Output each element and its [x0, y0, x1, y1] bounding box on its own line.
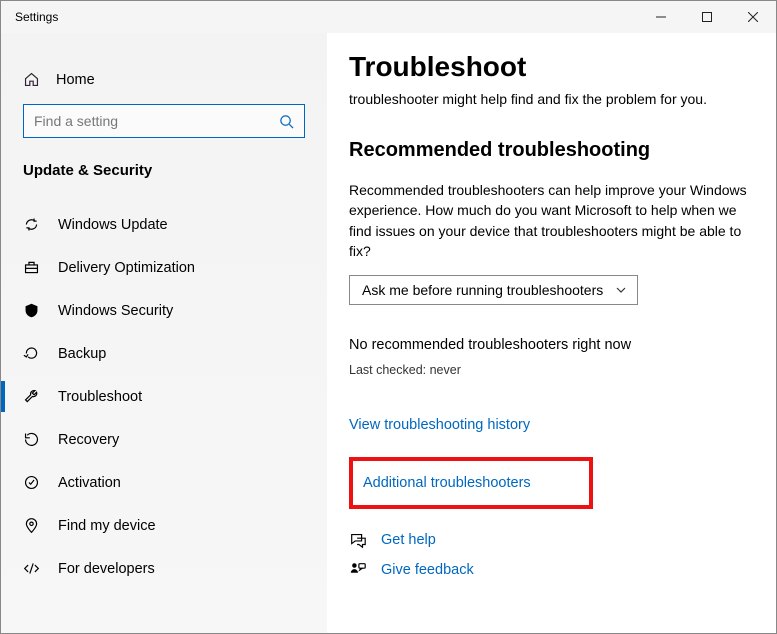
- status-text: No recommended troubleshooters right now: [349, 337, 754, 353]
- sidebar-item-activation[interactable]: Activation: [1, 461, 327, 504]
- developer-icon: [23, 560, 40, 577]
- dropdown-value: Ask me before running troubleshooters: [362, 282, 603, 298]
- minimize-button[interactable]: [638, 1, 684, 33]
- give-feedback-link[interactable]: Give feedback: [349, 561, 754, 579]
- sidebar-item-windows-security[interactable]: Windows Security: [1, 289, 327, 332]
- sidebar-item-label: For developers: [58, 561, 155, 577]
- highlight-annotation: Additional troubleshooters: [349, 457, 593, 509]
- history-link[interactable]: View troubleshooting history: [349, 417, 754, 433]
- sidebar: Home Update & Security Windows Update De…: [1, 33, 327, 633]
- category-header: Update & Security: [1, 162, 327, 193]
- sidebar-item-troubleshoot[interactable]: Troubleshoot: [1, 375, 327, 418]
- recovery-icon: [23, 431, 40, 448]
- sidebar-item-for-developers[interactable]: For developers: [1, 547, 327, 590]
- last-checked-text: Last checked: never: [349, 363, 754, 377]
- backup-icon: [23, 345, 40, 362]
- sidebar-item-label: Find my device: [58, 518, 156, 534]
- sidebar-item-label: Backup: [58, 346, 106, 362]
- close-button[interactable]: [730, 1, 776, 33]
- window-title: Settings: [15, 10, 58, 24]
- home-label: Home: [56, 72, 95, 88]
- page-title: Troubleshoot: [349, 51, 754, 83]
- sidebar-item-windows-update[interactable]: Windows Update: [1, 203, 327, 246]
- get-help-label: Get help: [381, 532, 436, 548]
- title-bar: Settings: [1, 1, 776, 33]
- section-heading: Recommended troubleshooting: [349, 139, 754, 162]
- sidebar-item-label: Windows Update: [58, 217, 168, 233]
- location-icon: [23, 517, 40, 534]
- home-nav[interactable]: Home: [1, 63, 327, 104]
- sidebar-item-recovery[interactable]: Recovery: [1, 418, 327, 461]
- get-help-link[interactable]: Get help: [349, 531, 754, 549]
- give-feedback-label: Give feedback: [381, 562, 474, 578]
- sidebar-item-label: Recovery: [58, 432, 119, 448]
- search-input-wrapper[interactable]: [23, 104, 305, 138]
- chevron-down-icon: [615, 284, 627, 296]
- main-panel: Troubleshoot troubleshooter might help f…: [327, 33, 776, 633]
- wrench-icon: [23, 388, 40, 405]
- sync-icon: [23, 216, 40, 233]
- home-icon: [23, 71, 40, 88]
- feedback-icon: [349, 561, 367, 579]
- sidebar-item-delivery-optimization[interactable]: Delivery Optimization: [1, 246, 327, 289]
- sidebar-item-find-my-device[interactable]: Find my device: [1, 504, 327, 547]
- sidebar-item-label: Windows Security: [58, 303, 173, 319]
- sidebar-item-label: Delivery Optimization: [58, 260, 195, 276]
- chat-icon: [349, 531, 367, 549]
- recommendation-text: Recommended troubleshooters can help imp…: [349, 180, 754, 261]
- sidebar-item-label: Troubleshoot: [58, 389, 142, 405]
- intro-text: troubleshooter might help find and fix t…: [349, 91, 754, 107]
- additional-troubleshooters-link[interactable]: Additional troubleshooters: [363, 475, 531, 491]
- recommendation-dropdown[interactable]: Ask me before running troubleshooters: [349, 275, 638, 305]
- shield-icon: [23, 302, 40, 319]
- delivery-icon: [23, 259, 40, 276]
- search-icon: [279, 114, 294, 129]
- maximize-button[interactable]: [684, 1, 730, 33]
- sidebar-item-backup[interactable]: Backup: [1, 332, 327, 375]
- check-circle-icon: [23, 474, 40, 491]
- sidebar-item-label: Activation: [58, 475, 121, 491]
- search-input[interactable]: [34, 113, 279, 129]
